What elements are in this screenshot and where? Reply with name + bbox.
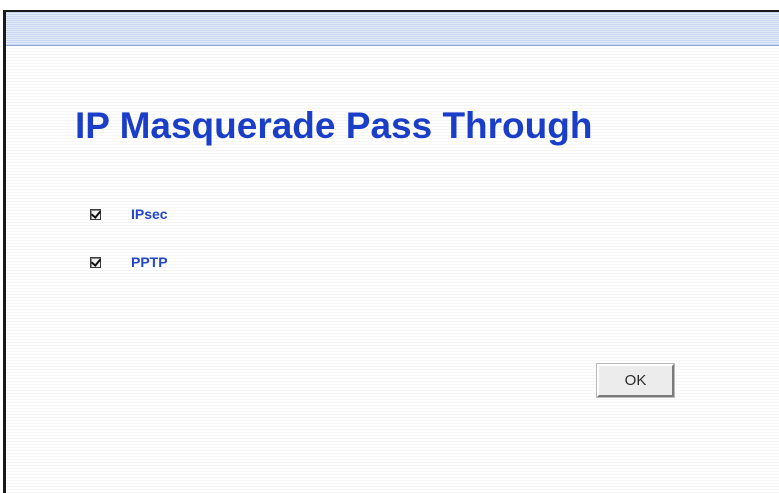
content-panel: IP Masquerade Pass Through IPsec PPTP OK (6, 46, 779, 493)
checkmark-icon (90, 255, 102, 267)
option-row-ipsec: IPsec (90, 204, 168, 224)
checkmark-icon (90, 207, 102, 219)
ipsec-label: IPsec (131, 206, 168, 222)
settings-frame: IP Masquerade Pass Through IPsec PPTP OK (0, 0, 779, 493)
page-title: IP Masquerade Pass Through (75, 105, 593, 146)
pptp-checkbox[interactable] (90, 255, 102, 268)
ok-button[interactable]: OK (596, 363, 675, 398)
pptp-label: PPTP (131, 254, 168, 270)
header-band (6, 12, 779, 46)
ipsec-checkbox[interactable] (90, 207, 102, 220)
option-row-pptp: PPTP (90, 252, 168, 272)
